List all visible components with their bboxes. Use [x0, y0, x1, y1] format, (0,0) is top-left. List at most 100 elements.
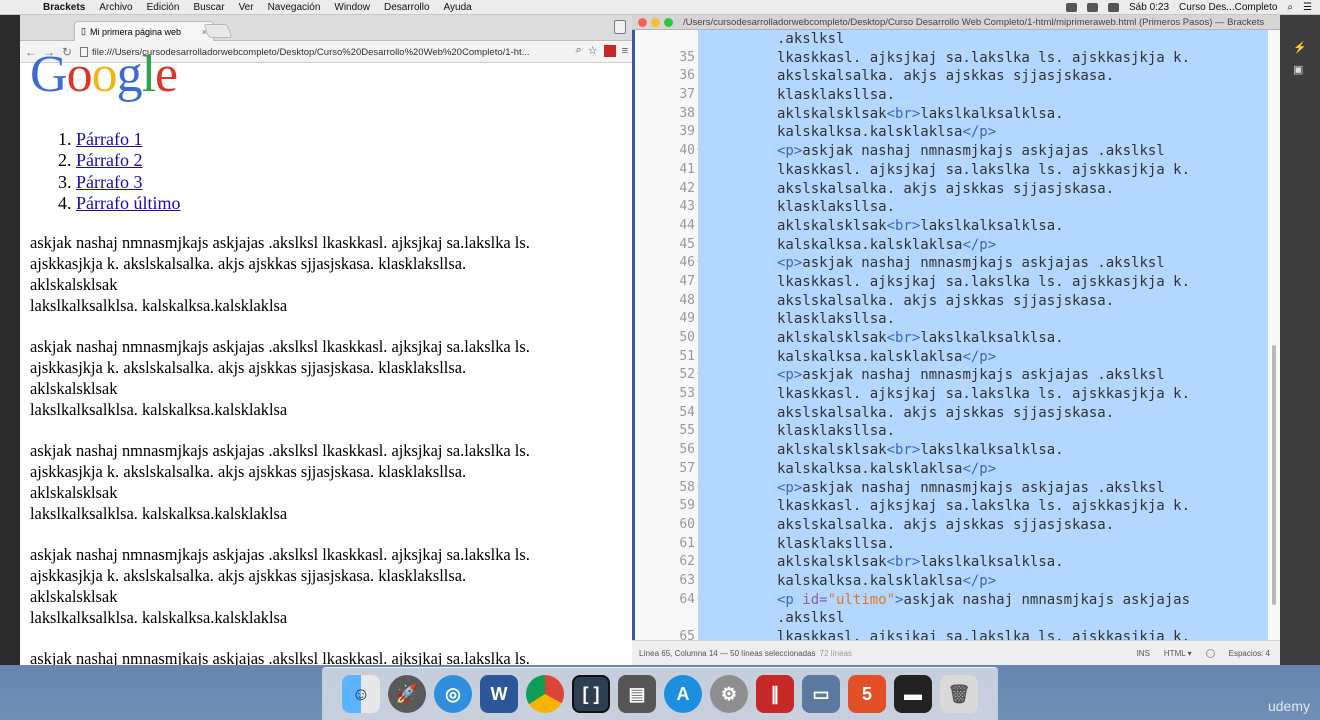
line-number[interactable]: 43 — [635, 198, 695, 217]
code-line[interactable]: 59 lkaskkasl. ajksjkaj sa.lakslka ls. ajs… — [635, 497, 1273, 516]
brackets-icon[interactable]: [ ] — [572, 675, 610, 713]
battery-icon[interactable] — [1108, 3, 1119, 12]
line-number[interactable]: 61 — [635, 535, 695, 554]
line-number[interactable]: 41 — [635, 161, 695, 180]
line-number[interactable]: 54 — [635, 404, 695, 423]
line-number[interactable]: 55 — [635, 422, 695, 441]
code-line[interactable]: 36 akslskalsalka. akjs ajskkas sjjasjskas… — [635, 67, 1273, 87]
code-line[interactable]: 65 lkaskkasl. ajksjkaj sa.lakslka ls. ajs… — [635, 628, 1273, 640]
menu-app[interactable]: Brackets — [36, 2, 92, 13]
trash-icon[interactable]: 🗑 — [940, 675, 978, 713]
line-number[interactable]: 56 — [635, 441, 695, 460]
code-line[interactable]: 54 akslskalsalka. akjs ajskkas sjjasjskas… — [635, 403, 1273, 423]
link-parrafo-2[interactable]: Párrafo 2 — [76, 150, 142, 170]
line-number[interactable]: 60 — [635, 516, 695, 535]
spotlight-icon[interactable]: ⌕ — [1287, 2, 1293, 13]
line-number[interactable]: 51 — [635, 348, 695, 367]
code-line[interactable]: 49 klasklaksllsa. — [635, 310, 1273, 329]
menu-buscar[interactable]: Buscar — [186, 2, 231, 13]
filemaker-icon[interactable]: ∥ — [756, 675, 794, 713]
code-line[interactable]: 52▼<p>askjak nashaj nmnasmjkajs askjajas… — [635, 366, 1273, 386]
menu-desarrollo[interactable]: Desarrollo — [377, 2, 437, 13]
code-line[interactable]: 62 aklskalsklsak<br>lakslkalksalklsa. — [635, 553, 1273, 572]
line-number[interactable]: 57 — [635, 460, 695, 479]
menu-window[interactable]: Window — [327, 2, 377, 13]
link-parrafo-1[interactable]: Párrafo 1 — [76, 129, 142, 149]
code-line[interactable]: 45 kalskalksa.kalsklaklsa</p> — [635, 235, 1273, 255]
browser-tab[interactable]: ▯ Mi primera página web × — [74, 21, 214, 41]
code-line[interactable]: 58▼<p>askjak nashaj nmnasmjkajs askjajas… — [635, 478, 1273, 498]
code-line[interactable]: 47 lkaskkasl. ajksjkaj sa.lakslka ls. ajs… — [635, 272, 1273, 292]
line-number[interactable]: 62 — [635, 553, 695, 572]
html5-icon[interactable]: 5 — [848, 675, 886, 713]
code-line[interactable]: 42 akslskalsalka. akjs ajskkas sjjasjskas… — [635, 179, 1273, 199]
code-line[interactable]: 57 kalskalksa.kalsklaklsa</p> — [635, 459, 1273, 479]
lint-status-icon[interactable] — [1205, 648, 1215, 658]
code-area[interactable]: .akslksl 35 lkaskkasl. ajksjkaj sa.lakslka… — [635, 30, 1273, 640]
dropbox-icon[interactable] — [1066, 3, 1077, 12]
chrome-icon[interactable] — [526, 675, 564, 713]
code-line[interactable]: .akslksl — [635, 30, 1273, 49]
line-number[interactable]: 64 — [635, 591, 695, 610]
menu-navegacion[interactable]: Navegación — [261, 2, 328, 13]
menu-icon[interactable]: ≡ — [622, 45, 628, 57]
link-parrafo-ultimo[interactable]: Párrafo último — [76, 193, 180, 213]
bookmark-star-icon[interactable]: ☆ — [588, 44, 598, 57]
app-store-icon[interactable]: A — [664, 675, 702, 713]
line-number[interactable]: 39 — [635, 123, 695, 142]
code-line[interactable]: 40▼<p>askjak nashaj nmnasmjkajs askjajas… — [635, 142, 1273, 161]
line-number[interactable]: 37 — [635, 86, 695, 105]
menu-ver[interactable]: Ver — [232, 2, 261, 13]
new-tab-button[interactable] — [203, 24, 233, 38]
terminal-icon[interactable]: ▬ — [894, 675, 932, 713]
line-number[interactable]: 46 — [635, 254, 695, 273]
code-line[interactable]: 50 aklskalsklsak<br>lakslkalksalklsa. — [635, 329, 1273, 348]
code-line[interactable]: 37 klasklaksllsa. — [635, 86, 1273, 105]
indent-setting[interactable]: Espacios: 4 — [1229, 649, 1270, 658]
clock[interactable]: Sáb 0:23 — [1129, 2, 1169, 13]
ins-mode[interactable]: INS — [1137, 649, 1150, 658]
code-line[interactable]: 63 kalskalksa.kalsklaklsa</p> — [635, 571, 1273, 591]
language-select[interactable]: HTML ▾ — [1164, 649, 1192, 658]
word-icon[interactable]: W — [480, 675, 518, 713]
code-line[interactable]: 56 aklskalsklsak<br>lakslkalksalklsa. — [635, 441, 1273, 460]
system-preferences-icon[interactable]: ⚙ — [710, 675, 748, 713]
code-line[interactable]: .akslksl — [635, 609, 1273, 628]
link-parrafo-3[interactable]: Párrafo 3 — [76, 172, 142, 192]
photo-icon[interactable]: ▤ — [618, 675, 656, 713]
code-line[interactable]: 61 klasklaksllsa. — [635, 534, 1273, 554]
line-number[interactable]: 58 — [635, 479, 695, 498]
live-preview-icon[interactable]: ⚡ — [1293, 41, 1307, 54]
code-line[interactable]: 64▼<p id="ultimo">askjak nashaj nmnasmjk… — [635, 590, 1273, 610]
code-line[interactable]: 55 klasklaksllsa. — [635, 422, 1273, 442]
zoom-window-button[interactable] — [664, 17, 673, 27]
line-number[interactable]: 52 — [635, 366, 695, 385]
line-number[interactable]: 35 — [635, 49, 695, 68]
wifi-icon[interactable] — [1087, 3, 1098, 12]
close-window-button[interactable] — [638, 17, 647, 27]
finder-icon[interactable]: ☺ — [342, 675, 380, 713]
line-number[interactable]: 59 — [635, 497, 695, 516]
code-line[interactable]: 60 akslskalsalka. akjs ajskkas sjjasjskas… — [635, 515, 1273, 535]
line-number[interactable]: 53 — [635, 385, 695, 404]
line-number[interactable]: 42 — [635, 180, 695, 199]
code-line[interactable]: 41 lkaskkasl. ajksjkaj sa.lakslka ls. ajs… — [635, 160, 1273, 180]
code-line[interactable]: 46▼<p>askjak nashaj nmnasmjkajs askjajas… — [635, 254, 1273, 273]
launchpad-icon[interactable]: 🚀 — [388, 675, 426, 713]
notifications-icon[interactable]: ☰ — [1303, 2, 1312, 13]
code-line[interactable]: 43 klasklaksllsa. — [635, 198, 1273, 217]
line-number[interactable]: 47 — [635, 273, 695, 292]
line-number[interactable]: 65 — [635, 628, 695, 640]
preview-icon[interactable]: ▭ — [802, 675, 840, 713]
safari-icon[interactable]: ◎ — [434, 675, 472, 713]
profile-icon[interactable] — [614, 20, 626, 34]
code-line[interactable]: 38 aklskalsklsak<br>lakslkalksalklsa. — [635, 104, 1273, 124]
line-number[interactable]: 44 — [635, 217, 695, 236]
line-number[interactable]: 40 — [635, 142, 695, 161]
line-number[interactable]: 38 — [635, 105, 695, 124]
editor-scrollbar[interactable] — [1272, 345, 1276, 605]
zoom-icon[interactable]: ⌕ — [576, 44, 582, 57]
line-number[interactable]: 63 — [635, 572, 695, 591]
extension-icon[interactable] — [603, 44, 616, 57]
line-number[interactable]: 36 — [635, 67, 695, 86]
